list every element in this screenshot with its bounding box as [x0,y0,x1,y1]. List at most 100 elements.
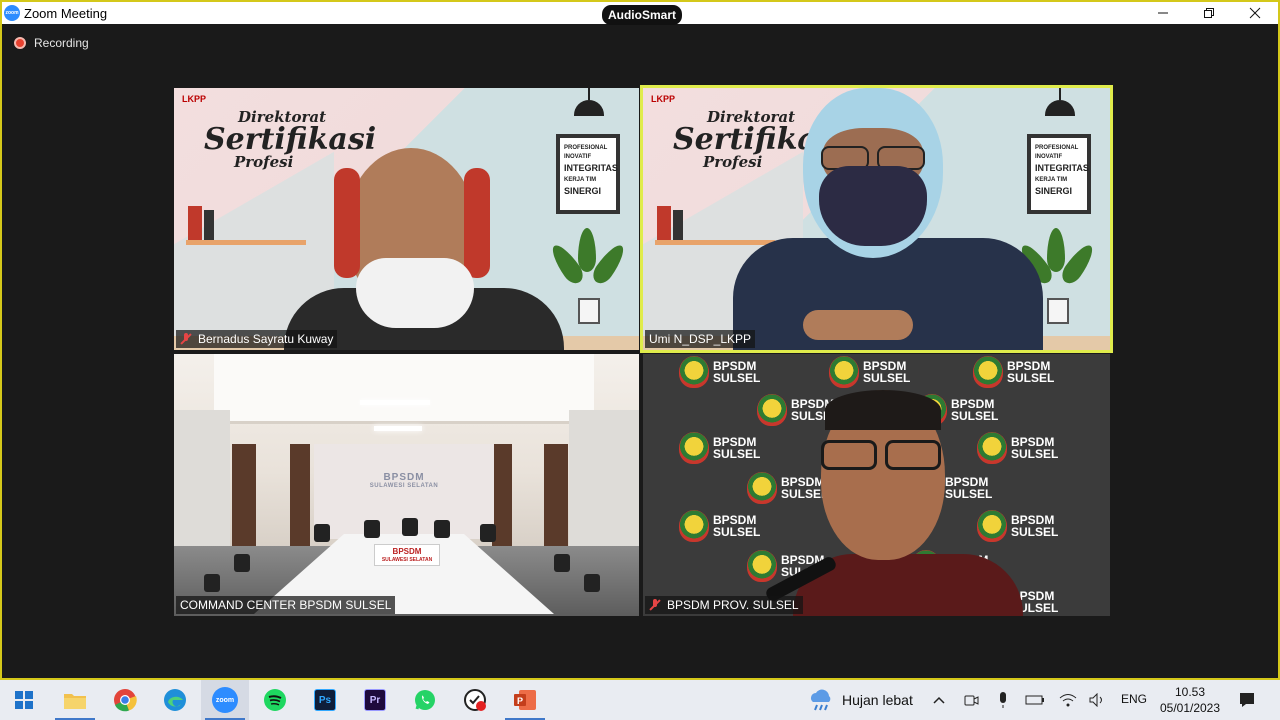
plant-icon [547,228,629,324]
bpsdm-emblem-icon [977,432,1007,464]
taskbar-photoshop[interactable]: Ps [301,680,349,720]
notification-icon [1240,693,1254,707]
shelf [655,240,775,245]
speaker-icon [1089,693,1102,707]
ceiling-light [360,400,430,405]
face-mask [356,258,474,328]
face-mask [819,166,927,246]
bpsdm-logo: BPSDMSULSEL [679,510,760,542]
taskbar-chrome[interactable] [101,680,149,720]
whatsapp-icon [415,690,435,710]
muted-mic-icon [180,333,192,345]
rain-cloud-icon [811,689,831,711]
books-icon [188,206,202,240]
bpsdm-logo: BPSDMSULSEL [977,510,1058,542]
ceiling-light [374,426,422,431]
camera-icon [964,695,979,706]
tray-volume[interactable] [1086,688,1110,712]
bpsdm-logo: BPSDMSULSEL [977,432,1058,464]
participant-name-tag: Bernadus Sayratu Kuway [176,330,338,348]
headphone-icon [464,168,490,278]
notification-center-button[interactable] [1234,688,1260,712]
wifi-icon [1059,694,1077,707]
video-tile-umi[interactable]: LKPP Direktorat Sertifikasi Profesi PROF… [640,85,1113,353]
lkpp-logo: LKPP [651,94,676,104]
recording-dot-icon [14,37,26,49]
show-hidden-icons-button[interactable] [927,688,951,712]
taskbar-spotify[interactable] [251,680,299,720]
video-tile-bernadus[interactable]: LKPP Direktorat Sertifikasi Profesi PROF… [174,88,639,350]
participant-hands [803,310,913,340]
chrome-icon [114,689,137,712]
language-indicator[interactable]: ENG [1121,692,1147,706]
bpsdm-logo: BPSDMSULSEL [973,356,1054,388]
headphone-icon [334,168,360,278]
glasses-icon [821,440,877,470]
window-title: Zoom Meeting [24,5,108,21]
tray-meet-now[interactable] [959,688,983,712]
weather-widget[interactable]: Hujan lebat [808,688,913,712]
photoshop-icon: Ps [314,689,336,711]
participant-name-tag: Umi N_DSP_LKPP [645,330,756,348]
tray-battery[interactable] [1023,688,1047,712]
bpsdm-emblem-icon [747,550,777,582]
tray-wifi[interactable] [1056,688,1080,712]
bpsdm-emblem-icon [829,356,859,388]
taskbar-powerpoint[interactable]: P [501,680,549,720]
bpsdm-emblem-icon [747,472,777,504]
bpsdm-emblem-icon [977,510,1007,542]
bpsdm-emblem-icon [679,432,709,464]
bpsdm-logo: BPSDMSULSEL [829,356,910,388]
recorder-icon [464,689,486,711]
bpsdm-emblem-icon [973,356,1003,388]
windows-taskbar: zoom Ps Pr P Hujan lebat ENG 10.53 05/01… [0,680,1280,720]
close-icon [1249,7,1261,19]
books-icon [657,206,671,240]
bpsdm-emblem-icon [757,394,787,426]
video-tile-command-center[interactable]: BPSDM SULAWESI SELATAN BPSDM SULAWESI SE… [174,354,639,616]
shelf [186,240,306,245]
minimize-button[interactable] [1140,2,1186,24]
chevron-up-icon [933,696,945,704]
bpsdm-emblem-icon [679,510,709,542]
video-tile-bpsdm-prov[interactable]: BPSDM SULSEL BPSDM SULSEL BPSDM SULSEL BPSD… [643,354,1110,616]
lkpp-logo: LKPP [182,94,207,104]
lamp-icon [574,100,604,116]
taskbar-recorder[interactable] [451,680,499,720]
ceiling [214,354,594,424]
bpsdm-logo: BPSDMSULSEL [679,432,760,464]
edge-icon [164,689,186,711]
taskbar-edge[interactable] [151,680,199,720]
start-button[interactable] [0,680,48,720]
battery-icon [1025,695,1044,705]
participant-hair [825,390,941,430]
zoom-window: zoom Zoom Meeting AudioSmart Recording L… [0,0,1280,680]
participant-name-tag: BPSDM PROV. SULSEL [645,596,803,614]
taskbar-zoom[interactable]: zoom [201,680,249,720]
values-frame: PROFESIONAL INOVATIF INTEGRITAS KERJA TI… [556,134,620,214]
close-button[interactable] [1232,2,1278,24]
windows-logo-icon [15,691,33,709]
zoom-app-icon: zoom [4,5,20,21]
lamp-cord [588,88,590,100]
taskbar-whatsapp[interactable] [401,680,449,720]
microphone-icon [1000,692,1006,708]
recording-indicator[interactable]: Recording [14,36,89,50]
zoom-icon: zoom [212,687,238,713]
tray-microphone[interactable] [991,688,1015,712]
spotify-icon [264,689,286,711]
values-frame: PROFESIONAL INOVATIF INTEGRITAS KERJA TI… [1027,134,1091,214]
taskbar-premiere[interactable]: Pr [351,680,399,720]
books-icon [673,210,683,240]
premiere-icon: Pr [364,689,386,711]
restore-button[interactable] [1186,2,1232,24]
taskbar-file-explorer[interactable] [51,680,99,720]
powerpoint-icon: P [514,690,536,710]
clock[interactable]: 10.53 05/01/2023 [1150,684,1230,716]
audiosmart-badge[interactable]: AudioSmart [602,5,682,25]
direktorat-title: Direktorat Sertifikasi Profesi [204,108,377,171]
participant-name-tag: COMMAND CENTER BPSDM SULSEL [176,596,396,614]
lamp-icon [1045,100,1075,116]
bpsdm-emblem-icon [679,356,709,388]
svg-text:P: P [517,696,523,706]
